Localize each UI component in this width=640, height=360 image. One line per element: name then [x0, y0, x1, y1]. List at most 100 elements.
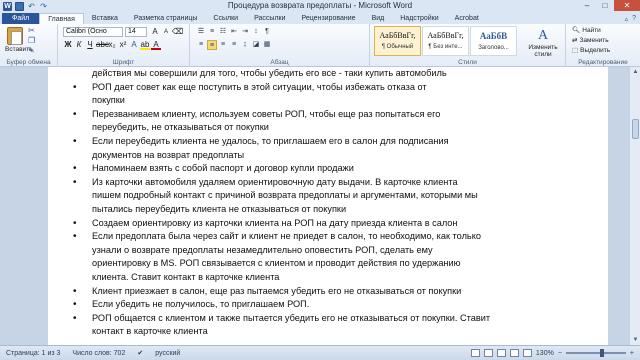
page-count[interactable]: Страница: 1 из 3 — [0, 350, 66, 357]
clipboard-group: Вставить ✂ ❐ ✎ Буфер обмена — [0, 24, 58, 67]
scroll-thumb[interactable] — [632, 119, 639, 139]
italic-button[interactable]: К — [74, 40, 84, 50]
replace-icon: ⇄ — [572, 37, 578, 44]
text-line: ориентировку в MS. РОП связывается с кли… — [92, 258, 461, 269]
style-item[interactable]: АаБбВвГг, ¶ Обычный — [374, 26, 421, 56]
minimize-ribbon-icon[interactable]: ▵ — [625, 15, 629, 23]
change-styles-icon: A — [537, 28, 549, 43]
cut-icon[interactable]: ✂ — [28, 27, 37, 35]
maximize-button[interactable]: □ — [596, 0, 614, 11]
tab-9[interactable]: Acrobat — [447, 13, 487, 24]
font-name-select[interactable]: Calibri (Осно — [63, 27, 123, 37]
show-marks-icon[interactable]: ¶ — [262, 27, 272, 37]
grow-font-icon[interactable]: A — [150, 27, 160, 37]
borders-icon[interactable]: ▦ — [262, 40, 272, 50]
text-line: контакт в карточке клиента — [92, 326, 208, 337]
subscript-button[interactable]: x₂ — [107, 40, 117, 50]
style-name: ¶ Обычный — [381, 44, 414, 50]
find-button[interactable]: 🔍︎ Найти — [572, 26, 610, 35]
strikethrough-button[interactable]: abc — [96, 40, 109, 50]
copy-icon[interactable]: ❐ — [28, 37, 37, 45]
minimize-button[interactable]: – — [578, 0, 596, 11]
document-page[interactable]: действия мы совершили для того, чтобы уб… — [48, 67, 608, 345]
print-layout-icon[interactable] — [470, 349, 480, 357]
shrink-font-icon[interactable]: A — [161, 27, 171, 37]
bullet-line: Если убедить не получилось, то приглашае… — [73, 298, 590, 312]
styles-gallery: АаБбВвГг, ¶ Обычный АаБбВвГг, ¶ Без инте...… — [374, 26, 517, 56]
text-line: документов на возврат предоплаты — [92, 149, 245, 160]
tab-1[interactable]: Главная — [39, 13, 84, 24]
zoom-slider-knob[interactable] — [599, 349, 604, 357]
shading-icon[interactable]: ◪ — [251, 40, 261, 50]
bullet-line: Создаем ориентировку из карточки клиента… — [73, 217, 590, 231]
title-bar: W ↶ ↷ Процедура возврата предоплаты - Mi… — [0, 0, 640, 12]
underline-button[interactable]: Ч — [85, 40, 95, 50]
multilevel-list-icon[interactable]: ☷ — [218, 27, 228, 37]
text-line: действия мы совершили для того, чтобы уб… — [92, 68, 447, 78]
clear-format-icon[interactable]: ⌫ — [172, 27, 183, 37]
format-painter-icon[interactable]: ✎ — [28, 47, 37, 55]
sort-icon[interactable]: ↕ — [251, 27, 261, 37]
align-center-icon[interactable]: ≡ — [207, 40, 217, 50]
align-right-icon[interactable]: ≡ — [218, 40, 228, 50]
paragraph-group-label: Абзац — [270, 59, 289, 66]
text-line: пытались переубедить клиента не отказыва… — [92, 204, 347, 214]
change-styles-button[interactable]: A Изменить стили — [523, 28, 563, 58]
clipboard-icon — [7, 27, 23, 45]
decrease-indent-icon[interactable]: ⇤ — [229, 27, 239, 37]
web-layout-icon[interactable] — [496, 349, 506, 357]
increase-indent-icon[interactable]: ⇥ — [240, 27, 250, 37]
status-bar: Страница: 1 из 3 Число слов: 702 ✔ русск… — [0, 345, 640, 360]
bullet-line: Если предоплата была через сайт и клиент… — [73, 230, 590, 244]
highlight-icon[interactable]: ab — [140, 40, 150, 50]
bullet-line: Из карточки автомобиля удаляем ориентиро… — [73, 176, 590, 190]
numbering-icon[interactable]: ≡ — [207, 27, 217, 37]
full-screen-icon[interactable] — [483, 349, 493, 357]
paste-button[interactable]: Вставить — [5, 27, 33, 54]
style-item[interactable]: АаБбВвГг, ¶ Без инте... — [422, 26, 469, 56]
replace-button[interactable]: ⇄ Заменить — [572, 36, 610, 45]
zoom-out-icon[interactable]: − — [558, 350, 562, 357]
help-icon[interactable]: ? — [632, 15, 636, 22]
spellcheck-icon[interactable]: ✔ — [131, 349, 149, 357]
font-group: Calibri (Осно 14 A A ⌫ Ж К Ч abc x₂ x² A… — [58, 24, 190, 67]
vertical-scrollbar[interactable]: ▲ ▼ — [629, 67, 640, 345]
font-color-icon[interactable]: A — [151, 40, 161, 50]
draft-icon[interactable] — [522, 349, 532, 357]
tab-3[interactable]: Разметка страницы — [126, 13, 206, 24]
bullets-icon[interactable]: ☰ — [196, 27, 206, 37]
bold-button[interactable]: Ж — [63, 40, 73, 50]
bullet-line: РОП дает совет как еще поступить в этой … — [73, 81, 590, 95]
zoom-in-icon[interactable]: + — [630, 350, 634, 357]
word-count[interactable]: Число слов: 702 — [66, 350, 131, 357]
font-size-select[interactable]: 14 — [125, 27, 147, 37]
tab-4[interactable]: Ссылки — [205, 13, 246, 24]
zoom-slider[interactable] — [565, 349, 626, 357]
replace-label: Заменить — [579, 36, 609, 44]
scroll-down-icon[interactable]: ▼ — [630, 335, 640, 345]
align-left-icon[interactable]: ≡ — [196, 40, 206, 50]
ribbon: Вставить ✂ ❐ ✎ Буфер обмена Calibri (Осн… — [0, 24, 640, 67]
bullet-line: Перезваниваем клиенту, используем советы… — [73, 108, 590, 122]
tab-0[interactable]: Файл — [2, 13, 40, 24]
change-styles-label: Изменить стили — [528, 44, 558, 58]
tab-6[interactable]: Рецензирование — [294, 13, 364, 24]
tab-7[interactable]: Вид — [364, 13, 393, 24]
close-button[interactable]: ✕ — [614, 0, 640, 11]
scroll-up-icon[interactable]: ▲ — [630, 67, 640, 77]
text-effects-icon[interactable]: A — [129, 40, 139, 50]
tab-8[interactable]: Надстройки — [392, 13, 446, 24]
text-line: покупки — [92, 95, 125, 106]
style-item[interactable]: АаБбВ Заголово... — [470, 26, 517, 56]
tab-5[interactable]: Рассылки — [246, 13, 293, 24]
outline-icon[interactable] — [509, 349, 519, 357]
tab-2[interactable]: Вставка — [84, 13, 126, 24]
justify-icon[interactable]: ≡ — [229, 40, 239, 50]
line-spacing-icon[interactable]: ↨ — [240, 40, 250, 50]
bullet-line: Клиент приезжает в салон, еще раз пытаем… — [73, 285, 590, 299]
select-button[interactable]: ⬚ Выделить — [572, 46, 610, 55]
superscript-button[interactable]: x² — [118, 40, 128, 50]
zoom-level[interactable]: 130% — [536, 350, 554, 357]
window-title: Процедура возврата предоплаты - Microsof… — [227, 1, 413, 10]
language[interactable]: русский — [149, 350, 186, 357]
